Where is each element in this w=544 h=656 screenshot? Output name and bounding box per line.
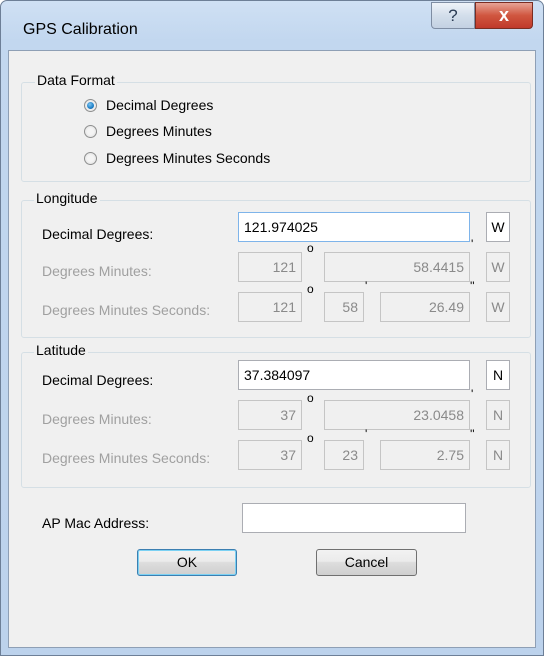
radio-button-icon <box>84 151 97 165</box>
longitude-decimal-direction[interactable]: W <box>486 212 510 242</box>
second-symbol: '' <box>470 427 475 441</box>
second-symbol: '' <box>470 279 475 293</box>
longitude-dms-minutes-input[interactable]: 58 <box>324 292 364 322</box>
longitude-decimal-degrees-label: Decimal Degrees: <box>42 226 154 242</box>
data-format-legend: Data Format <box>35 72 117 88</box>
latitude-decimal-degrees-label: Decimal Degrees: <box>42 372 154 388</box>
radio-degrees-minutes[interactable]: Degrees Minutes <box>84 122 212 140</box>
latitude-dms-label: Degrees Minutes Seconds: <box>42 450 211 466</box>
degree-symbol: o <box>307 431 314 445</box>
longitude-dms-direction[interactable]: W <box>486 292 510 322</box>
window-title: GPS Calibration <box>23 21 138 38</box>
minute-symbol: ' <box>365 279 368 293</box>
longitude-decimal-degrees-input[interactable]: 121.974025 <box>238 212 470 242</box>
longitude-dms-label: Degrees Minutes Seconds: <box>42 302 211 318</box>
cancel-button[interactable]: Cancel <box>316 549 417 576</box>
radio-label: Degrees Minutes Seconds <box>106 150 271 166</box>
help-icon: ? <box>448 6 458 25</box>
close-icon: x <box>498 5 509 25</box>
latitude-dm-degrees-input[interactable]: 37 <box>238 400 302 430</box>
radio-button-icon <box>84 98 97 112</box>
radio-label: Decimal Degrees <box>106 97 214 113</box>
ap-mac-address-input[interactable] <box>242 503 466 533</box>
latitude-decimal-degrees-input[interactable]: 37.384097 <box>238 360 470 390</box>
longitude-dm-direction[interactable]: W <box>486 252 510 282</box>
longitude-dms-seconds-input[interactable]: 26.49 <box>380 292 470 322</box>
radio-degrees-minutes-seconds[interactable]: Degrees Minutes Seconds <box>84 149 270 167</box>
help-button[interactable]: ? <box>431 2 475 29</box>
minute-symbol: ' <box>365 427 368 441</box>
latitude-dms-minutes-input[interactable]: 23 <box>324 440 364 470</box>
degree-symbol: o <box>307 282 314 296</box>
radio-button-icon <box>84 124 97 138</box>
radio-decimal-degrees[interactable]: Decimal Degrees <box>84 96 213 114</box>
latitude-dm-minutes-input[interactable]: 23.0458 <box>324 400 470 430</box>
minute-symbol: ' <box>471 237 474 251</box>
longitude-dms-degrees-input[interactable]: 121 <box>238 292 302 322</box>
radio-label: Degrees Minutes <box>106 123 212 139</box>
minute-symbol: ' <box>471 387 474 401</box>
longitude-degrees-minutes-label: Degrees Minutes: <box>42 263 152 279</box>
latitude-dm-direction[interactable]: N <box>486 400 510 430</box>
longitude-dm-minutes-input[interactable]: 58.4415 <box>324 252 470 282</box>
latitude-degrees-minutes-label: Degrees Minutes: <box>42 411 152 427</box>
latitude-dms-degrees-input[interactable]: 37 <box>238 440 302 470</box>
latitude-dms-direction[interactable]: N <box>486 440 510 470</box>
longitude-dm-degrees-input[interactable]: 121 <box>238 252 302 282</box>
degree-symbol: o <box>307 241 314 255</box>
latitude-legend: Latitude <box>34 342 88 358</box>
close-button[interactable]: x <box>475 2 533 29</box>
degree-symbol: o <box>307 391 314 405</box>
longitude-legend: Longitude <box>34 190 100 206</box>
latitude-dms-seconds-input[interactable]: 2.75 <box>380 440 470 470</box>
ok-button[interactable]: OK <box>137 549 237 576</box>
latitude-decimal-direction[interactable]: N <box>486 360 510 390</box>
ap-mac-address-label: AP Mac Address: <box>42 515 150 531</box>
